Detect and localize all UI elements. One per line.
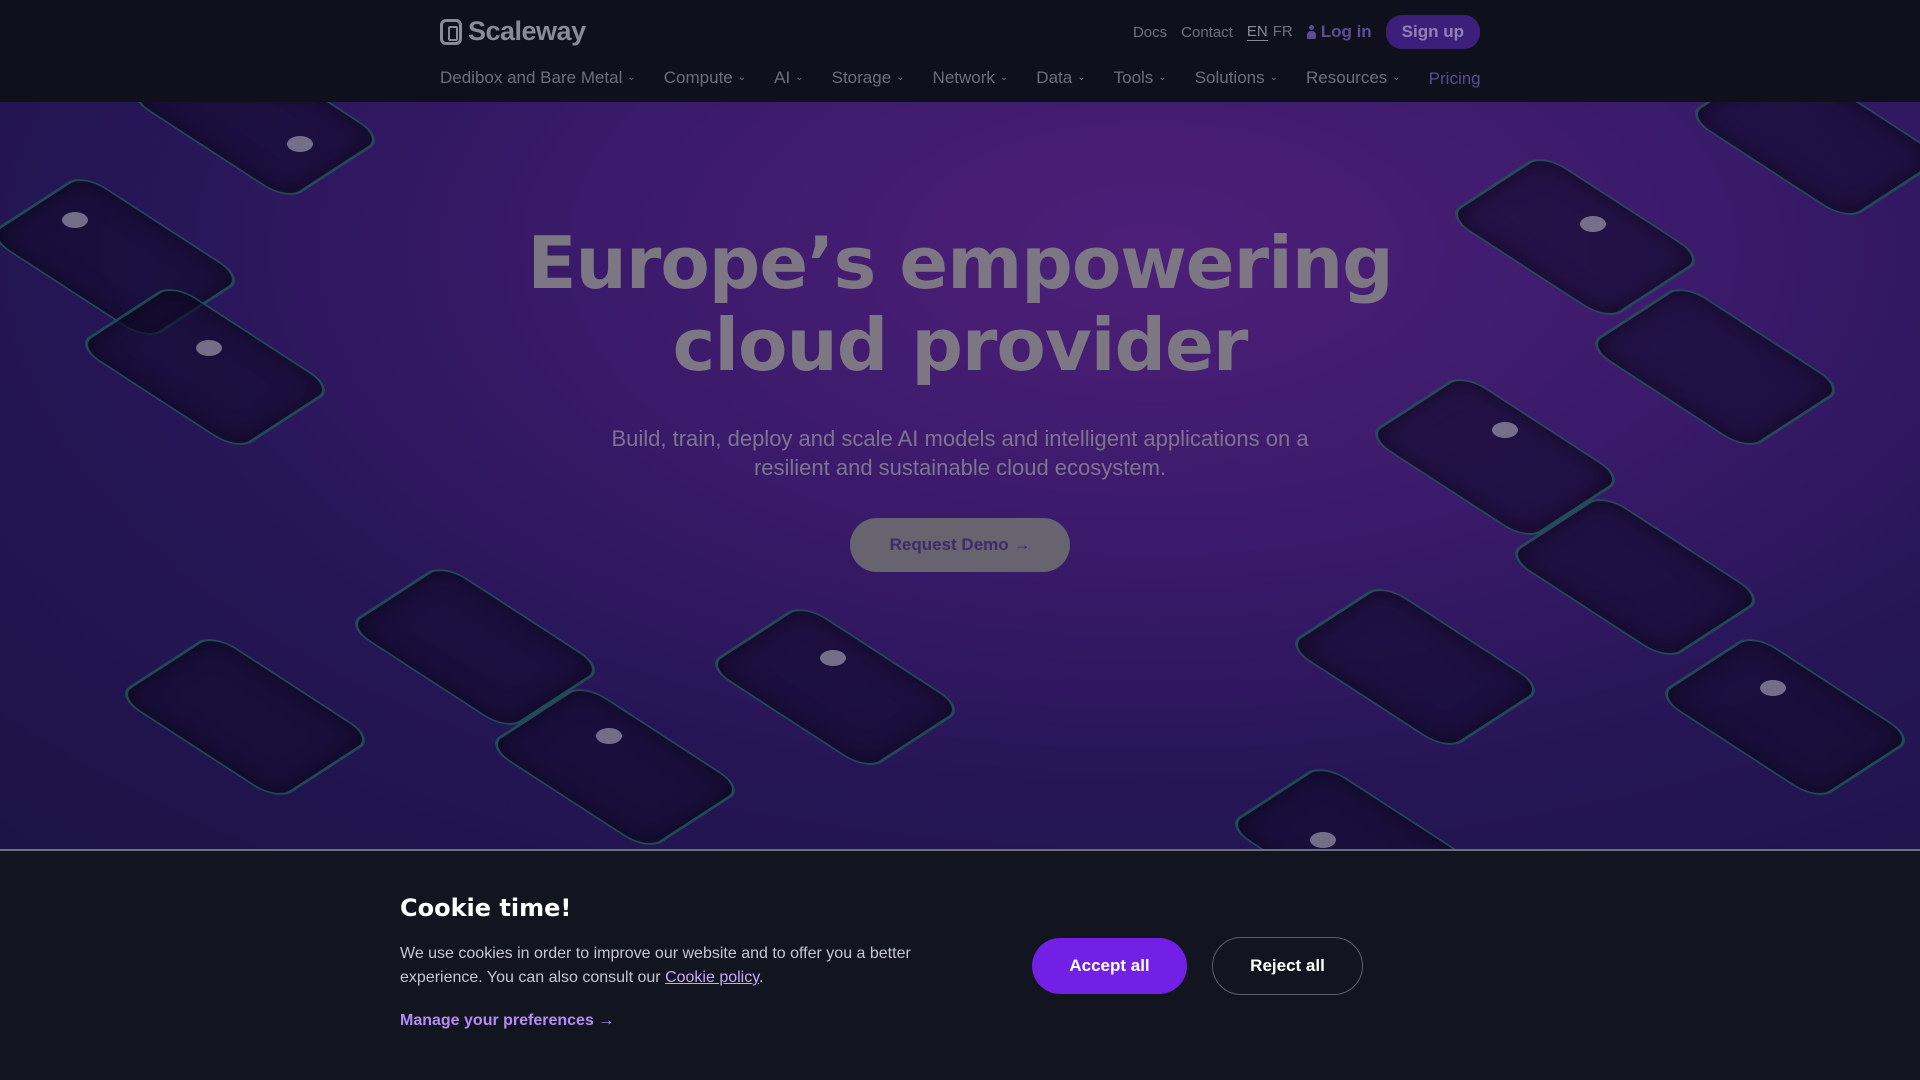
platform-tile [114, 632, 376, 802]
hero-subtitle: Build, train, deploy and scale AI models… [611, 426, 1309, 480]
nav-label: Tools [1113, 67, 1154, 87]
cookie-body: We use cookies in order to improve our w… [400, 945, 911, 986]
nav-label: Dedibox and Bare Metal [440, 67, 623, 87]
chevron-down-icon: ⌄ [627, 72, 636, 83]
platform-tile [1284, 582, 1546, 752]
nav-pricing[interactable]: Pricing [1429, 69, 1481, 89]
hero-content: Europe’s empowering cloud provider Build,… [0, 222, 1920, 572]
chevron-down-icon: ⌄ [1077, 72, 1086, 83]
hero-section: Europe’s empowering cloud provider Build,… [0, 102, 1920, 850]
nav-label: Data [1036, 67, 1073, 87]
lang-fr[interactable]: FR [1273, 23, 1293, 41]
tile-light [287, 136, 313, 152]
tile-light [1310, 832, 1336, 848]
cookie-title: Cookie time! [400, 894, 572, 922]
request-demo-button[interactable]: Request Demo → [849, 518, 1071, 572]
signup-button[interactable]: Sign up [1385, 15, 1480, 49]
docs-link[interactable]: Docs [1133, 24, 1167, 41]
contact-link[interactable]: Contact [1181, 24, 1233, 41]
platform-tile [704, 602, 966, 772]
platform-tile [1224, 762, 1486, 850]
nav-storage[interactable]: Storage ⌄ [832, 66, 905, 89]
scaleway-logo[interactable]: Scaleway [440, 16, 586, 47]
chevron-down-icon: ⌄ [896, 72, 905, 83]
nav-data[interactable]: Data ⌄ [1036, 66, 1085, 89]
cookie-body-end: . [759, 969, 764, 986]
cookie-banner: Cookie time! We use cookies in order to … [0, 851, 1920, 1080]
cookie-policy-link[interactable]: Cookie policy [665, 969, 759, 986]
nav-dedibox[interactable]: Dedibox and Bare Metal ⌄ [440, 66, 636, 89]
nav-label: Network [932, 67, 995, 87]
chevron-down-icon: ⌄ [1158, 72, 1167, 83]
nav-resources[interactable]: Resources ⌄ [1306, 66, 1401, 89]
nav-label: Compute [663, 67, 733, 87]
accept-all-button[interactable]: Accept all [1032, 938, 1187, 994]
tile-light [596, 728, 622, 744]
chevron-down-icon: ⌄ [737, 72, 747, 83]
chevron-down-icon: ⌄ [795, 72, 804, 83]
logo-icon [440, 18, 462, 45]
cookie-text: We use cookies in order to improve our w… [400, 942, 920, 990]
site-header: Scaleway Docs Contact EN FR Log in Sign … [0, 0, 1920, 102]
nav-label: Resources [1306, 67, 1388, 87]
tile-light [820, 650, 846, 666]
nav-label: AI [774, 67, 791, 87]
nav-label: Solutions [1194, 67, 1265, 87]
nav-label: Storage [831, 67, 892, 87]
login-link[interactable]: Log in [1306, 22, 1372, 42]
platform-tile [1684, 102, 1920, 222]
nav-tools[interactable]: Tools ⌄ [1114, 66, 1167, 89]
platform-tile [124, 102, 386, 202]
manage-preferences-link[interactable]: Manage your preferences → [400, 1012, 614, 1030]
nav-network[interactable]: Network ⌄ [933, 66, 1009, 89]
main-nav: Dedibox and Bare Metal ⌄ Compute ⌄ AI ⌄ Sto… [440, 66, 1481, 89]
lang-en[interactable]: EN [1246, 23, 1268, 41]
logo-text: Scaleway [468, 16, 586, 46]
nav-ai[interactable]: AI ⌄ [774, 66, 803, 89]
chevron-down-icon: ⌄ [1392, 72, 1401, 83]
platform-tile [1654, 632, 1916, 802]
reject-all-button[interactable]: Reject all [1212, 937, 1363, 995]
nav-solutions[interactable]: Solutions ⌄ [1195, 66, 1278, 89]
tile-light [1760, 680, 1786, 696]
language-switcher: EN FR [1246, 23, 1293, 41]
top-links: Docs Contact EN FR Log in Sign up [1133, 15, 1480, 49]
login-label: Log in [1320, 22, 1372, 41]
nav-compute[interactable]: Compute ⌄ [664, 66, 746, 89]
chevron-down-icon: ⌄ [1269, 72, 1279, 83]
hero-title: Europe’s empowering cloud provider [527, 221, 1393, 387]
user-icon [1306, 25, 1316, 39]
chevron-down-icon: ⌄ [999, 72, 1009, 83]
